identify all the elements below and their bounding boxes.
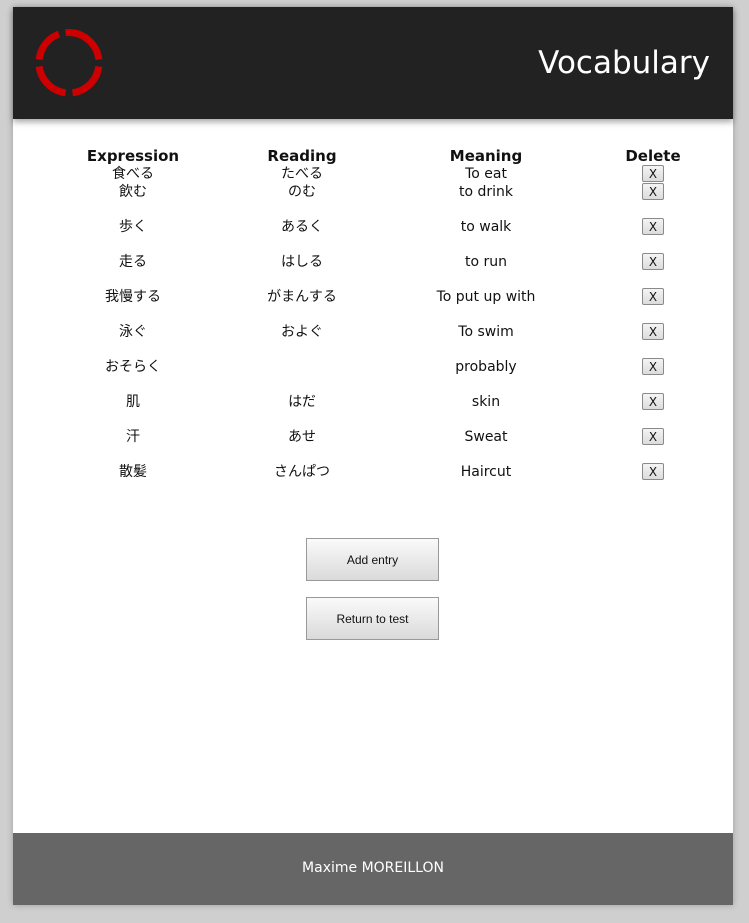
meaning-cell: to run [464,254,507,270]
expression-cell: 散髪 [119,464,147,480]
delete-cell: X [586,253,720,288]
expression-cell: 肌 [126,394,140,410]
meaning-cell: To eat [465,166,507,182]
meaning-cell: to drink [458,184,514,200]
table-row: 飲む のむ to drink X [48,183,720,218]
delete-button[interactable]: X [642,428,664,445]
reading-cell: あるく [281,219,323,235]
expression-cell: 食べる [112,166,154,182]
table-row: 肌 はだ skin X [48,393,720,428]
expression-cell: 飲む [119,184,147,200]
delete-cell: X [586,323,720,358]
table-row: 食べる たべる To eat X [48,165,720,183]
meaning-cell: to walk [460,219,512,235]
reading-cell: さんぱつ [274,464,330,480]
column-header-reading: Reading [267,147,337,165]
footer: Maxime MOREILLON [13,833,733,905]
column-header-meaning: Meaning [449,147,523,165]
meaning-cell: To swim [458,324,514,340]
reading-cell: あせ [288,429,316,445]
meaning-cell: skin [471,394,501,410]
page-title: Vocabulary [538,45,710,81]
reading-cell: がまんする [267,289,337,305]
vocabulary-table: Expression Reading Meaning Delete 食べる たべ… [48,147,720,498]
meaning-cell: probably [455,359,517,375]
expression-cell: 走る [119,254,147,270]
delete-cell: X [586,393,720,428]
page: Vocabulary Expression Reading Meaning De… [13,7,733,905]
meaning-cell: Haircut [460,464,512,480]
table-row: おそらく probably X [48,358,720,393]
delete-button[interactable]: X [642,253,664,270]
table-row: 歩く あるく to walk X [48,218,720,253]
delete-cell: X [586,428,720,463]
column-header-expression: Expression [86,147,180,165]
header: Vocabulary [13,7,733,119]
delete-button[interactable]: X [642,393,664,410]
reading-cell: はしる [281,254,323,270]
table-row: 散髪 さんぱつ Haircut X [48,463,720,498]
expression-cell: おそらく [105,359,161,375]
footer-author: Maxime MOREILLON [302,860,444,876]
table-row: 我慢する がまんする To put up with X [48,288,720,323]
meaning-cell: Sweat [464,429,508,445]
table-header-row: Expression Reading Meaning Delete [48,147,720,165]
delete-cell: X [586,463,720,498]
delete-button[interactable]: X [642,218,664,235]
reading-cell: たべる [281,166,323,182]
expression-cell: 歩く [119,219,147,235]
reading-cell [218,358,386,393]
red-ring-logo-icon [35,29,103,97]
expression-cell: 汗 [126,429,140,445]
table-row: 走る はしる to run X [48,253,720,288]
reading-cell: はだ [288,394,316,410]
delete-button[interactable]: X [642,463,664,480]
delete-button[interactable]: X [642,288,664,305]
table-row: 汗 あせ Sweat X [48,428,720,463]
delete-button[interactable]: X [642,183,664,200]
reading-cell: およぐ [281,324,323,340]
delete-cell: X [586,218,720,253]
delete-cell: X [586,165,720,183]
delete-button[interactable]: X [642,358,664,375]
column-header-delete: Delete [625,147,681,165]
expression-cell: 我慢する [105,289,161,305]
add-entry-button[interactable]: Add entry [306,538,439,581]
delete-button[interactable]: X [642,165,664,182]
meaning-cell: To put up with [436,289,536,305]
return-to-test-button[interactable]: Return to test [306,597,439,640]
delete-cell: X [586,288,720,323]
delete-cell: X [586,183,720,218]
delete-button[interactable]: X [642,323,664,340]
delete-cell: X [586,358,720,393]
table-row: 泳ぐ およぐ To swim X [48,323,720,358]
reading-cell: のむ [288,184,316,200]
expression-cell: 泳ぐ [119,324,147,340]
